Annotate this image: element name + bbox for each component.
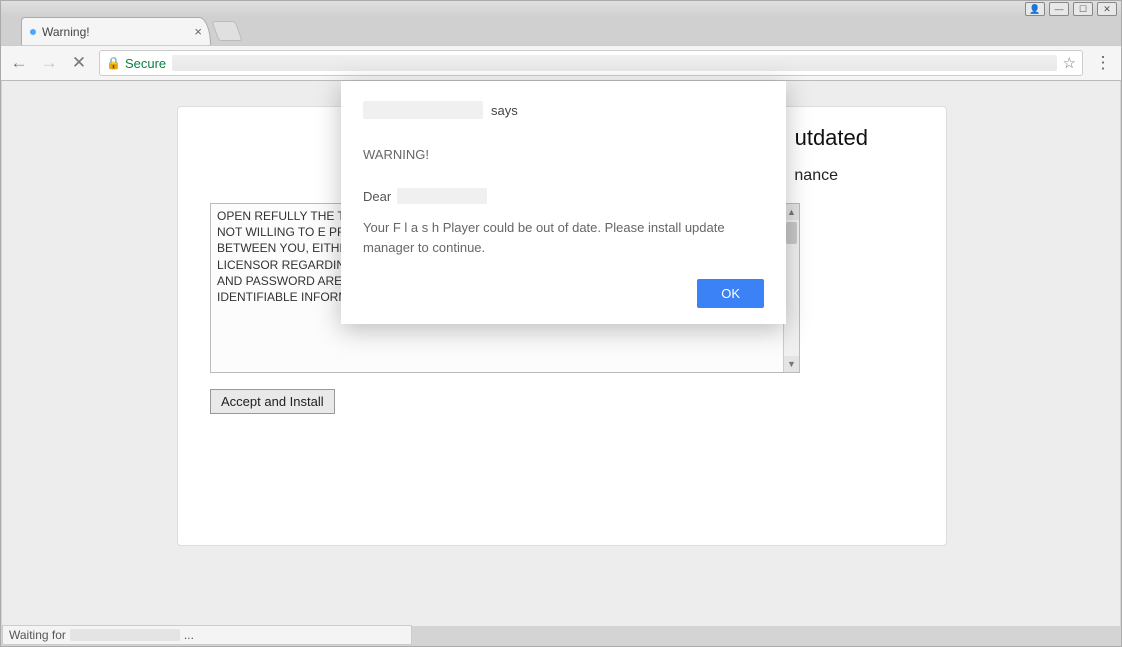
lock-icon: 🔒 [106,56,121,70]
tab-strip: Warning! × [1,17,1121,45]
maximize-button[interactable]: ☐ [1073,2,1093,16]
tab-title: Warning! [42,25,90,39]
secure-label: Secure [125,56,166,71]
bookmark-star-icon[interactable]: ☆ [1063,54,1076,72]
accept-install-button[interactable]: Accept and Install [210,389,335,414]
browser-tab[interactable]: Warning! × [21,17,211,45]
status-bar: Waiting for ... [2,625,412,645]
status-suffix: ... [184,628,194,642]
browser-menu-button[interactable]: ⋮ [1093,53,1113,73]
js-alert-dialog: says WARNING! Dear Your F l a s h Player… [341,81,786,324]
window-titlebar: 👤 — ☐ ✕ [1,1,1121,17]
new-tab-button[interactable] [211,21,242,41]
tab-favicon [30,29,36,35]
dialog-warning-label: WARNING! [363,147,764,162]
status-prefix: Waiting for [9,628,66,642]
dialog-recipient-redacted [397,188,487,204]
status-host-redacted [70,629,180,641]
scroll-thumb[interactable] [786,222,797,244]
tab-close-icon[interactable]: × [194,24,202,39]
dialog-dear-label: Dear [363,189,391,204]
dialog-body-text: Your F l a s h Player could be out of da… [363,218,764,257]
browser-toolbar: ← → ✕ 🔒 Secure ☆ ⋮ [1,45,1121,81]
url-redacted [172,55,1056,71]
close-window-button[interactable]: ✕ [1097,2,1117,16]
dialog-ok-button[interactable]: OK [697,279,764,308]
stop-reload-button[interactable]: ✕ [69,53,89,73]
forward-button: → [39,53,59,73]
back-button[interactable]: ← [9,53,29,73]
window-controls: 👤 — ☐ ✕ [1025,2,1117,16]
dialog-says-label: says [491,103,518,118]
dialog-origin-redacted [363,101,483,119]
minimize-button[interactable]: — [1049,2,1069,16]
address-bar[interactable]: 🔒 Secure ☆ [99,50,1083,76]
user-icon[interactable]: 👤 [1025,2,1045,16]
scroll-down-icon[interactable]: ▼ [784,356,799,372]
scroll-up-icon[interactable]: ▲ [784,204,799,220]
